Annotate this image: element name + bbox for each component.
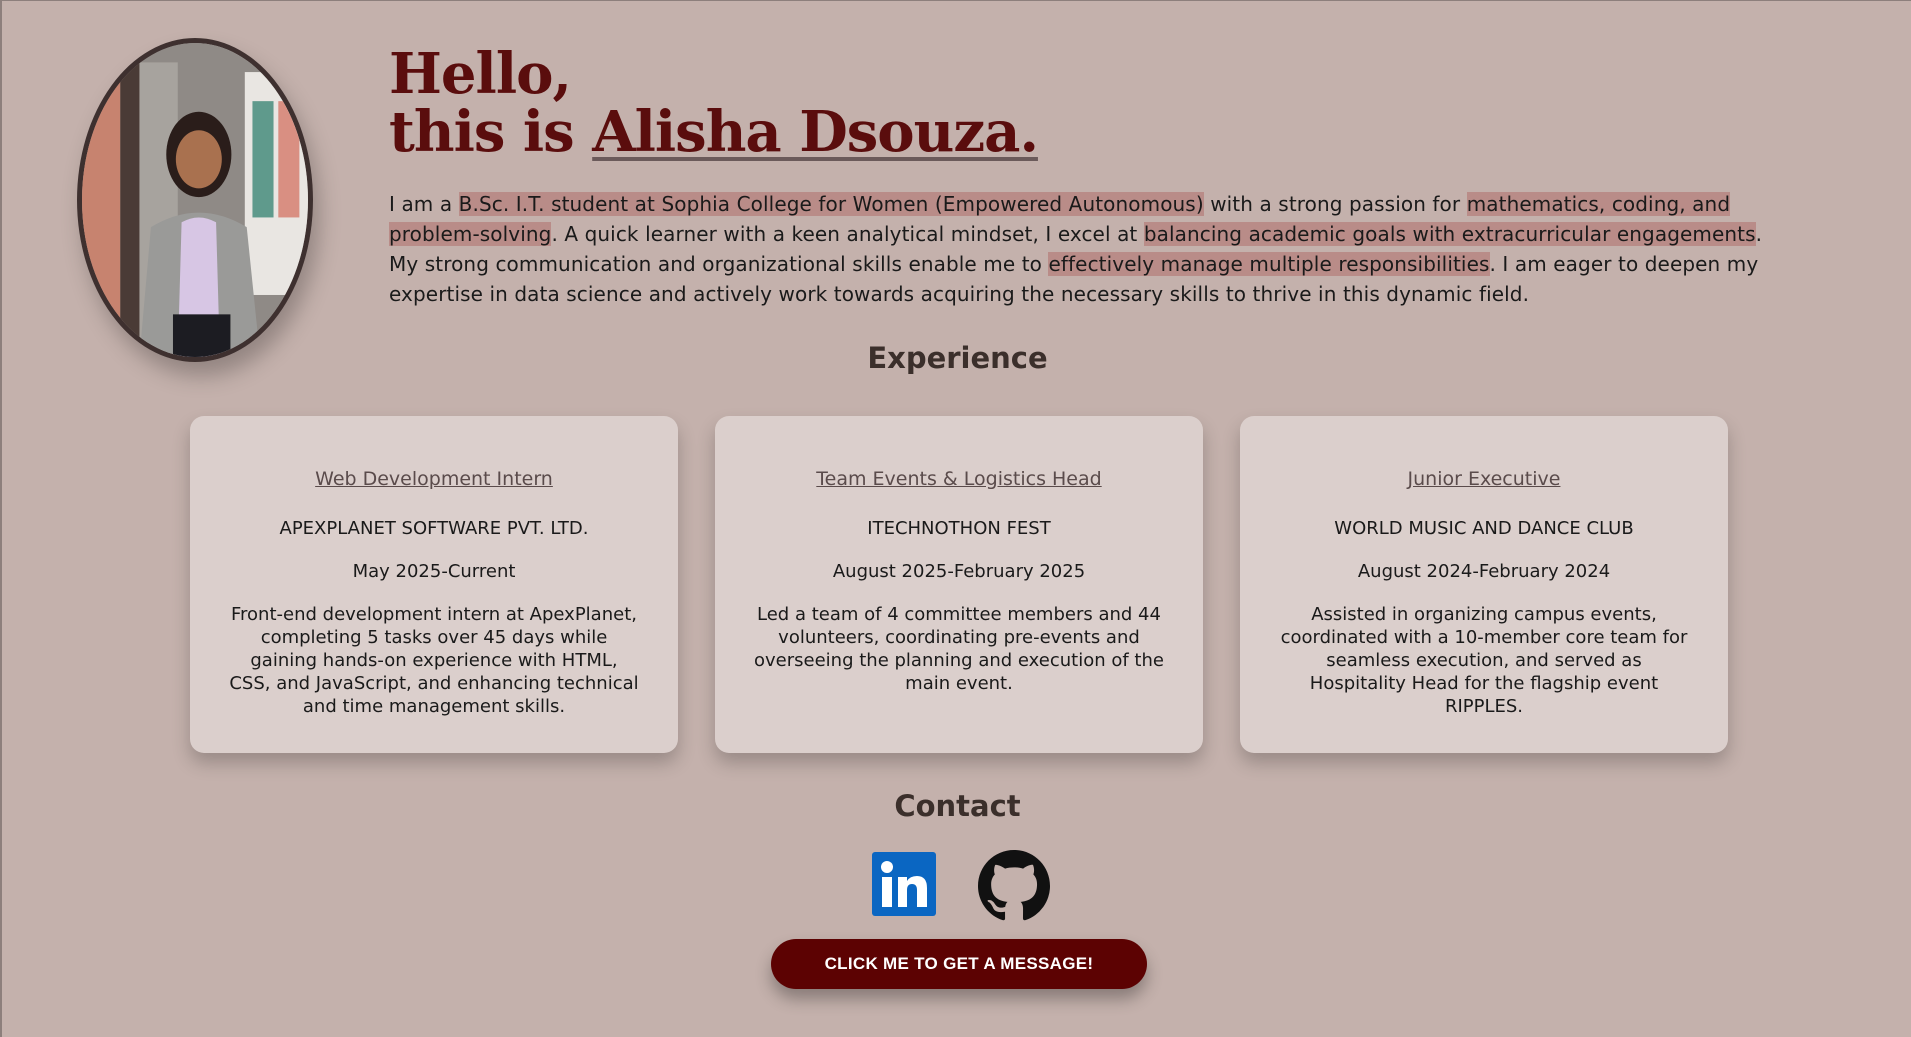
linkedin-logo [872, 852, 936, 916]
intro-highlight: B.Sc. I.T. student at Sophia College for… [458, 192, 1204, 216]
profile-photo [77, 38, 313, 362]
intro-highlight: balancing academic goals with extracurri… [1143, 222, 1756, 246]
experience-cards: Web Development Intern APEXPLANET SOFTWA… [190, 416, 1728, 753]
greeting-text: Hello, [389, 41, 572, 107]
experience-card: Team Events & Logistics Head ITECHNOTHON… [715, 416, 1203, 753]
owner-name: Alisha Dsouza. [592, 99, 1039, 165]
experience-dates: August 2024-February 2024 [1357, 561, 1611, 582]
profile-photo-illustration [82, 43, 308, 357]
experience-org: ITECHNOTHON FEST [867, 518, 1051, 539]
experience-org: APEXPLANET SOFTWARE PVT. LTD. [279, 518, 589, 539]
intro-paragraph: I am a B.Sc. I.T. student at Sophia Coll… [389, 189, 1779, 309]
lead-text: this is [389, 99, 593, 165]
intro-highlight: effectively manage multiple responsibili… [1048, 252, 1490, 276]
experience-dates: May 2025-Current [352, 561, 516, 582]
intro-segment: . A quick learner with a keen analytical… [551, 222, 1144, 246]
intro-segment: I am a [389, 192, 459, 216]
experience-description: Led a team of 4 committee members and 44… [754, 604, 1164, 694]
hero-section: Hello, this is Alisha Dsouza. I am a B.S… [389, 45, 1779, 329]
intro-segment: with a strong passion for [1203, 192, 1467, 216]
experience-dates: August 2025-February 2025 [832, 561, 1086, 582]
contact-heading: Contact [894, 789, 1021, 823]
experience-heading: Experience [867, 341, 1048, 375]
experience-role: Web Development Intern [315, 468, 553, 490]
hero-heading: Hello, this is Alisha Dsouza. [389, 45, 1779, 161]
experience-role: Team Events & Logistics Head [816, 468, 1102, 490]
experience-description: Assisted in organizing campus events, co… [1280, 604, 1688, 717]
experience-description: Front-end development intern at ApexPlan… [229, 604, 639, 717]
experience-role: Junior Executive [1407, 468, 1561, 490]
github-icon[interactable] [978, 850, 1050, 921]
experience-card: Web Development Intern APEXPLANET SOFTWA… [190, 416, 678, 753]
experience-card: Junior Executive WORLD MUSIC AND DANCE C… [1240, 416, 1728, 753]
linkedin-icon[interactable] [870, 850, 938, 918]
get-message-button[interactable]: CLICK ME TO GET A MESSAGE! [771, 939, 1147, 989]
github-logo [978, 850, 1050, 921]
experience-org: WORLD MUSIC AND DANCE CLUB [1334, 518, 1634, 539]
social-links [870, 850, 1050, 921]
